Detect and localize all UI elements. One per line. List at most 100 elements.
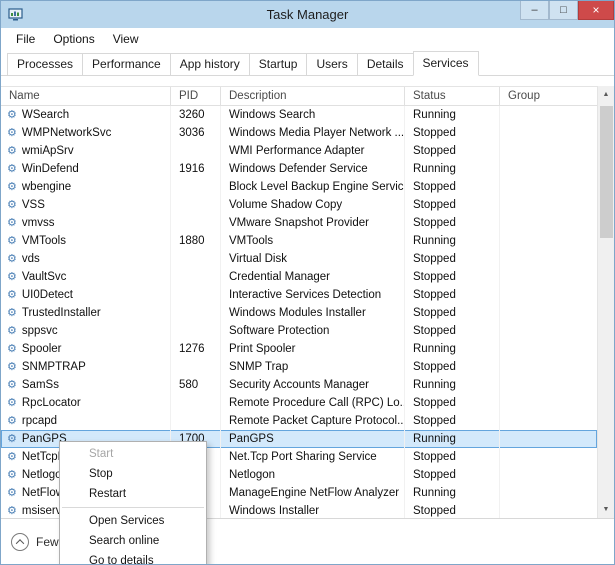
table-row[interactable]: ⚙ wmiApSrv WMI Performance Adapter Stopp… bbox=[1, 142, 597, 160]
service-pid-cell bbox=[171, 304, 221, 322]
service-status-cell: Stopped bbox=[405, 142, 500, 160]
tab-details[interactable]: Details bbox=[357, 53, 414, 76]
service-description-cell: ManageEngine NetFlow Analyzer bbox=[221, 484, 405, 502]
service-name: WMPNetworkSvc bbox=[22, 127, 111, 139]
close-button[interactable]: × bbox=[578, 1, 614, 20]
service-status-cell: Stopped bbox=[405, 214, 500, 232]
column-header-status[interactable]: Status bbox=[405, 87, 500, 105]
vertical-scrollbar[interactable]: ▲ ▼ bbox=[597, 86, 614, 518]
column-header-description[interactable]: Description bbox=[221, 87, 405, 105]
table-row[interactable]: ⚙ WMPNetworkSvc 3036 Windows Media Playe… bbox=[1, 124, 597, 142]
context-menu-item-search-online[interactable]: Search online bbox=[60, 531, 206, 551]
table-row[interactable]: ⚙ TrustedInstaller Windows Modules Insta… bbox=[1, 304, 597, 322]
column-header-name[interactable]: Name bbox=[1, 87, 171, 105]
service-gear-icon: ⚙ bbox=[7, 452, 17, 463]
maximize-button[interactable]: □ bbox=[549, 1, 578, 20]
service-gear-icon: ⚙ bbox=[7, 488, 17, 499]
context-menu-item-start: Start bbox=[60, 444, 206, 464]
table-row[interactable]: ⚙ Spooler 1276 Print Spooler Running bbox=[1, 340, 597, 358]
service-description-cell: Windows Defender Service bbox=[221, 160, 405, 178]
tab-bar: ProcessesPerformanceApp historyStartupUs… bbox=[1, 50, 614, 76]
service-name-cell: ⚙ rpcapd bbox=[1, 412, 171, 430]
service-name: wbengine bbox=[22, 181, 71, 193]
table-row[interactable]: ⚙ sppsvc Software Protection Stopped bbox=[1, 322, 597, 340]
menu-view[interactable]: View bbox=[104, 30, 148, 48]
service-description-cell: Volume Shadow Copy bbox=[221, 196, 405, 214]
scroll-down-icon[interactable]: ▼ bbox=[598, 501, 615, 518]
service-name-cell: ⚙ VaultSvc bbox=[1, 268, 171, 286]
service-gear-icon: ⚙ bbox=[7, 182, 17, 193]
service-group-cell bbox=[500, 250, 597, 268]
scroll-up-icon[interactable]: ▲ bbox=[598, 86, 615, 103]
service-status-cell: Stopped bbox=[405, 286, 500, 304]
service-status-cell: Stopped bbox=[405, 178, 500, 196]
table-row[interactable]: ⚙ RpcLocator Remote Procedure Call (RPC)… bbox=[1, 394, 597, 412]
service-description-cell: Software Protection bbox=[221, 322, 405, 340]
menu-separator bbox=[62, 507, 204, 508]
service-group-cell bbox=[500, 322, 597, 340]
service-status-cell: Running bbox=[405, 232, 500, 250]
service-status-cell: Running bbox=[405, 430, 500, 448]
service-name-cell: ⚙ sppsvc bbox=[1, 322, 171, 340]
minimize-button[interactable]: – bbox=[520, 1, 549, 20]
table-row[interactable]: ⚙ wbengine Block Level Backup Engine Ser… bbox=[1, 178, 597, 196]
table-row[interactable]: ⚙ SamSs 580 Security Accounts Manager Ru… bbox=[1, 376, 597, 394]
service-pid-cell: 1276 bbox=[171, 340, 221, 358]
table-row[interactable]: ⚙ WinDefend 1916 Windows Defender Servic… bbox=[1, 160, 597, 178]
tab-performance[interactable]: Performance bbox=[82, 53, 171, 76]
table-row[interactable]: ⚙ UI0Detect Interactive Services Detecti… bbox=[1, 286, 597, 304]
chevron-up-icon bbox=[11, 533, 29, 551]
service-name-cell: ⚙ VMTools bbox=[1, 232, 171, 250]
service-group-cell bbox=[500, 214, 597, 232]
menu-options[interactable]: Options bbox=[44, 30, 103, 48]
table-row[interactable]: ⚙ VSS Volume Shadow Copy Stopped bbox=[1, 196, 597, 214]
service-description-cell: Block Level Backup Engine Service bbox=[221, 178, 405, 196]
service-name-cell: ⚙ RpcLocator bbox=[1, 394, 171, 412]
service-group-cell bbox=[500, 304, 597, 322]
tab-users[interactable]: Users bbox=[306, 53, 357, 76]
tab-startup[interactable]: Startup bbox=[249, 53, 308, 76]
service-gear-icon: ⚙ bbox=[7, 110, 17, 121]
tab-app-history[interactable]: App history bbox=[170, 53, 250, 76]
tab-processes[interactable]: Processes bbox=[7, 53, 83, 76]
service-pid-cell: 3260 bbox=[171, 106, 221, 124]
table-row[interactable]: ⚙ SNMPTRAP SNMP Trap Stopped bbox=[1, 358, 597, 376]
service-name-cell: ⚙ TrustedInstaller bbox=[1, 304, 171, 322]
service-group-cell bbox=[500, 340, 597, 358]
table-header: NamePIDDescriptionStatusGroup bbox=[1, 86, 614, 106]
column-header-group[interactable]: Group bbox=[500, 87, 597, 105]
context-menu-item-open-services[interactable]: Open Services bbox=[60, 511, 206, 531]
context-menu-item-restart[interactable]: Restart bbox=[60, 484, 206, 504]
menu-file[interactable]: File bbox=[7, 30, 44, 48]
service-group-cell bbox=[500, 484, 597, 502]
service-description-cell: SNMP Trap bbox=[221, 358, 405, 376]
tab-services[interactable]: Services bbox=[413, 51, 479, 76]
service-pid-cell bbox=[171, 250, 221, 268]
service-name: SamSs bbox=[22, 379, 59, 391]
context-menu-item-stop[interactable]: Stop bbox=[60, 464, 206, 484]
service-status-cell: Running bbox=[405, 484, 500, 502]
context-menu-item-go-to-details[interactable]: Go to details bbox=[60, 551, 206, 565]
service-name: vmvss bbox=[22, 217, 55, 229]
service-description-cell: Print Spooler bbox=[221, 340, 405, 358]
table-row[interactable]: ⚙ rpcapd Remote Packet Capture Protocol.… bbox=[1, 412, 597, 430]
service-name: rpcapd bbox=[22, 415, 57, 427]
service-name: wmiApSrv bbox=[22, 145, 74, 157]
service-pid-cell: 1916 bbox=[171, 160, 221, 178]
service-pid-cell bbox=[171, 178, 221, 196]
column-header-pid[interactable]: PID bbox=[171, 87, 221, 105]
table-row[interactable]: ⚙ VMTools 1880 VMTools Running bbox=[1, 232, 597, 250]
table-row[interactable]: ⚙ vmvss VMware Snapshot Provider Stopped bbox=[1, 214, 597, 232]
service-gear-icon: ⚙ bbox=[7, 506, 17, 517]
service-name-cell: ⚙ wbengine bbox=[1, 178, 171, 196]
service-name-cell: ⚙ SamSs bbox=[1, 376, 171, 394]
scrollbar-thumb[interactable] bbox=[600, 106, 613, 238]
service-pid-cell bbox=[171, 286, 221, 304]
table-row[interactable]: ⚙ VaultSvc Credential Manager Stopped bbox=[1, 268, 597, 286]
service-description-cell: Net.Tcp Port Sharing Service bbox=[221, 448, 405, 466]
table-row[interactable]: ⚙ WSearch 3260 Windows Search Running bbox=[1, 106, 597, 124]
service-name-cell: ⚙ wmiApSrv bbox=[1, 142, 171, 160]
service-description-cell: Virtual Disk bbox=[221, 250, 405, 268]
service-description-cell: VMTools bbox=[221, 232, 405, 250]
table-row[interactable]: ⚙ vds Virtual Disk Stopped bbox=[1, 250, 597, 268]
